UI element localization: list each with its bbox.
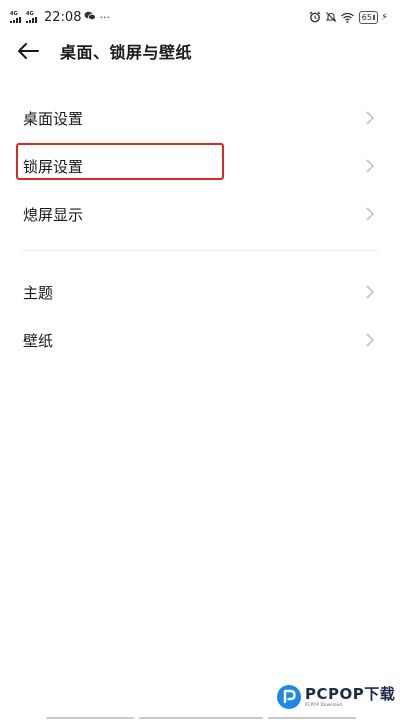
themes-label: 主题 <box>23 283 54 302</box>
chevron-right-icon <box>366 207 374 221</box>
wechat-icon <box>84 11 97 24</box>
desktop-settings-label: 桌面设置 <box>23 109 84 128</box>
status-bar: 4G 4G 22:08 ··· 65 ⚡ <box>0 0 400 34</box>
page-title: 桌面、锁屏与壁纸 <box>60 43 193 62</box>
settings-group-2: 主题 壁纸 <box>0 268 400 364</box>
watermark-text: PCPOP下载 <box>305 685 396 703</box>
always-on-display-item[interactable]: 熄屏显示 <box>0 190 400 238</box>
gesture-bar <box>0 716 400 720</box>
nav-segment-left <box>46 717 134 719</box>
nav-segment-center <box>139 717 263 719</box>
battery-level: 65 <box>361 12 372 22</box>
status-time: 22:08 <box>44 9 82 25</box>
always-on-display-label: 熄屏显示 <box>23 205 84 224</box>
watermark-logo: PCPOP下载 PCPOP Download <box>276 684 395 710</box>
back-arrow-icon <box>18 43 39 59</box>
pcpop-logo-icon <box>277 685 301 709</box>
status-bar-right: 65 ⚡ <box>305 10 388 24</box>
mute-icon <box>321 11 337 23</box>
cellular-signal-icon-2: 4G <box>26 11 38 23</box>
wallpaper-label: 壁纸 <box>23 331 54 350</box>
page-header: 桌面、锁屏与壁纸 <box>0 34 400 68</box>
highlight-box <box>16 143 224 180</box>
chevron-right-icon <box>366 285 374 299</box>
wifi-icon <box>337 12 354 23</box>
nav-segment-right <box>268 717 356 719</box>
alarm-icon <box>305 11 321 23</box>
desktop-settings-item[interactable]: 桌面设置 <box>0 94 400 142</box>
section-divider <box>22 250 378 251</box>
chevron-right-icon <box>366 159 374 173</box>
back-button[interactable] <box>16 39 40 63</box>
themes-item[interactable]: 主题 <box>0 268 400 316</box>
chevron-right-icon <box>366 333 374 347</box>
watermark-subtext: PCPOP Download <box>305 702 343 707</box>
more-notifications-indicator: ··· <box>99 10 110 24</box>
status-bar-left: 4G 4G 22:08 ··· <box>10 10 113 25</box>
charging-icon: ⚡ <box>380 11 388 23</box>
cellular-signal-icon: 4G <box>10 11 22 23</box>
battery-icon: 65 <box>358 10 378 24</box>
chevron-right-icon <box>366 111 374 125</box>
wallpaper-item[interactable]: 壁纸 <box>0 316 400 364</box>
